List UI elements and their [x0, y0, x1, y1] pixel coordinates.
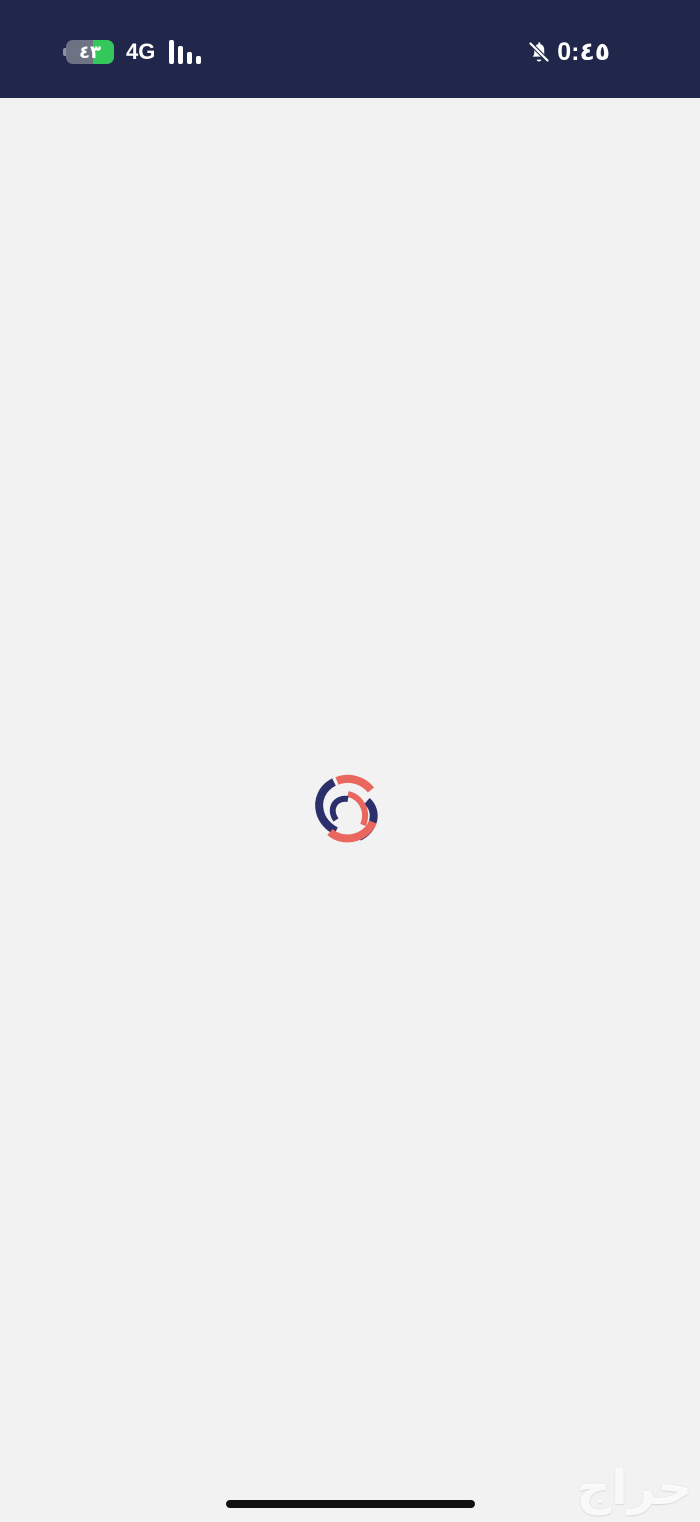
battery-charging-icon: ٤٣ [63, 40, 116, 64]
spinner-coral-inner-arc [347, 791, 369, 827]
home-indicator[interactable] [226, 1500, 475, 1508]
watermark-text: حراج [576, 1462, 693, 1515]
battery-body: ٤٣ [66, 40, 114, 64]
spinner-coral-outer-arc [335, 774, 375, 793]
status-bar: ٤٣ 4G 0:٤٥ [0, 0, 700, 98]
cellular-signal-icon [169, 40, 201, 64]
spinner-coral-lower-arc [327, 819, 377, 843]
status-time: 0:٤٥ [557, 38, 610, 66]
app-screen: ٤٣ 4G 0:٤٥ حراج [0, 0, 700, 1522]
bell-slash-icon [528, 41, 550, 63]
spinner-navy-inner-arc [329, 795, 349, 822]
loading-spinner-icon [315, 774, 378, 843]
battery-percentage: ٤٣ [79, 42, 101, 62]
network-type: 4G [126, 39, 156, 64]
status-right-group: 0:٤٥ [527, 36, 610, 68]
